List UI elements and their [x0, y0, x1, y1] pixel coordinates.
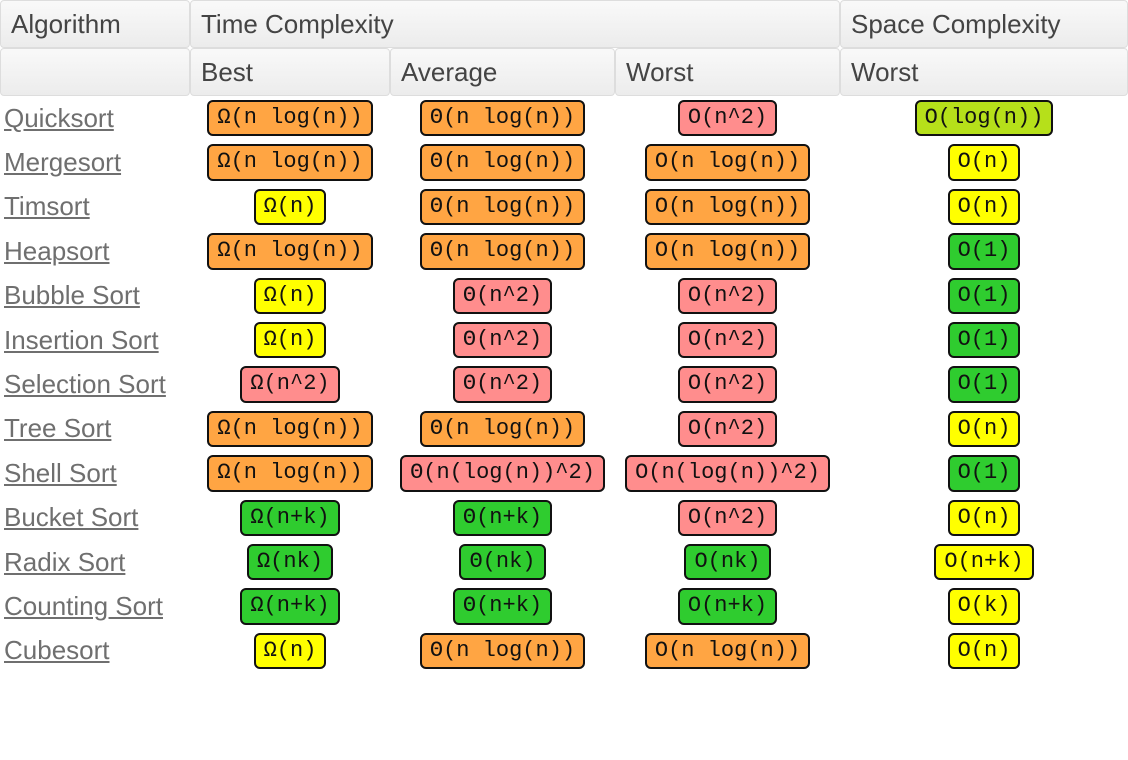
algorithm-link[interactable]: Radix Sort: [4, 547, 125, 577]
table-row: Heapsort Ω(n log(n)) Θ(n log(n)) O(n log(n)…: [0, 229, 1128, 273]
complexity-badge: O(n): [948, 144, 1021, 180]
complexity-badge: Θ(n+k): [453, 588, 552, 624]
table-row: Selection Sort Ω(n^2) Θ(n^2) O(n^2) O(1): [0, 362, 1128, 406]
complexity-badge: Θ(n log(n)): [420, 633, 585, 669]
complexity-badge: O(n): [948, 633, 1021, 669]
table-row: Insertion Sort Ω(n) Θ(n^2) O(n^2) O(1): [0, 318, 1128, 362]
complexity-badge: Ω(n): [254, 189, 327, 225]
complexity-badge: O(1): [948, 233, 1021, 269]
complexity-badge: O(n^2): [678, 500, 777, 536]
table-row: Timsort Ω(n) Θ(n log(n)) O(n log(n)) O(n): [0, 185, 1128, 229]
complexity-badge: O(n log(n)): [645, 144, 810, 180]
complexity-badge: Θ(n^2): [453, 278, 552, 314]
algorithm-link[interactable]: Selection Sort: [4, 369, 166, 399]
complexity-badge: O(n+k): [934, 544, 1033, 580]
complexity-badge: O(n^2): [678, 411, 777, 447]
table-row: Quicksort Ω(n log(n)) Θ(n log(n)) O(n^2) O(l…: [0, 96, 1128, 140]
complexity-badge: Θ(nk): [459, 544, 545, 580]
complexity-badge: O(n+k): [678, 588, 777, 624]
complexity-badge: O(n log(n)): [645, 189, 810, 225]
complexity-badge: O(n^2): [678, 322, 777, 358]
complexity-badge: O(1): [948, 455, 1021, 491]
complexity-badge: O(n): [948, 189, 1021, 225]
complexity-badge: O(n^2): [678, 100, 777, 136]
complexity-badge: Ω(n log(n)): [207, 455, 372, 491]
complexity-badge: Θ(n(log(n))^2): [400, 455, 605, 491]
header-space-complexity: Space Complexity: [840, 0, 1128, 48]
complexity-badge: Θ(n log(n)): [420, 189, 585, 225]
algorithm-link[interactable]: Shell Sort: [4, 458, 117, 488]
complexity-table: Algorithm Time Complexity Space Complexi…: [0, 0, 1128, 673]
table-row: Radix Sort Ω(nk) Θ(nk) O(nk) O(n+k): [0, 540, 1128, 584]
complexity-badge: Ω(n+k): [240, 588, 339, 624]
complexity-badge: Ω(n log(n)): [207, 233, 372, 269]
algorithm-link[interactable]: Counting Sort: [4, 591, 163, 621]
complexity-badge: O(n^2): [678, 366, 777, 402]
complexity-badge: Ω(n log(n)): [207, 100, 372, 136]
header-best: Best: [190, 48, 390, 96]
complexity-badge: Ω(n): [254, 633, 327, 669]
complexity-badge: Ω(n): [254, 278, 327, 314]
algorithm-link[interactable]: Quicksort: [4, 103, 114, 133]
complexity-badge: Θ(n log(n)): [420, 233, 585, 269]
complexity-badge: Θ(n log(n)): [420, 100, 585, 136]
complexity-badge: Θ(n log(n)): [420, 144, 585, 180]
complexity-badge: O(1): [948, 366, 1021, 402]
complexity-badge: Θ(n log(n)): [420, 411, 585, 447]
complexity-badge: O(n): [948, 500, 1021, 536]
header-worst: Worst: [615, 48, 840, 96]
complexity-badge: Ω(n log(n)): [207, 411, 372, 447]
header-space-worst: Worst: [840, 48, 1128, 96]
header-algorithm: Algorithm: [0, 0, 190, 48]
complexity-badge: Θ(n+k): [453, 500, 552, 536]
table-row: Shell Sort Ω(n log(n)) Θ(n(log(n))^2) O(n(l…: [0, 451, 1128, 495]
table-row: Cubesort Ω(n) Θ(n log(n)) O(n log(n)) O(n): [0, 629, 1128, 673]
complexity-badge: O(n log(n)): [645, 633, 810, 669]
header-empty: [0, 48, 190, 96]
complexity-badge: Ω(nk): [247, 544, 333, 580]
complexity-badge: O(1): [948, 322, 1021, 358]
algorithm-link[interactable]: Bubble Sort: [4, 280, 140, 310]
algorithm-link[interactable]: Mergesort: [4, 147, 121, 177]
table-row: Bubble Sort Ω(n) Θ(n^2) O(n^2) O(1): [0, 274, 1128, 318]
complexity-badge: Ω(n): [254, 322, 327, 358]
algorithm-link[interactable]: Heapsort: [4, 236, 110, 266]
complexity-badge: O(n^2): [678, 278, 777, 314]
table-row: Mergesort Ω(n log(n)) Θ(n log(n)) O(n log(n…: [0, 140, 1128, 184]
complexity-badge: Ω(n log(n)): [207, 144, 372, 180]
complexity-badge: O(n): [948, 411, 1021, 447]
complexity-badge: O(1): [948, 278, 1021, 314]
complexity-badge: O(n(log(n))^2): [625, 455, 830, 491]
complexity-badge: Θ(n^2): [453, 366, 552, 402]
algorithm-link[interactable]: Cubesort: [4, 635, 110, 665]
table-row: Bucket Sort Ω(n+k) Θ(n+k) O(n^2) O(n): [0, 496, 1128, 540]
table-row: Counting Sort Ω(n+k) Θ(n+k) O(n+k) O(k): [0, 584, 1128, 628]
complexity-badge: Θ(n^2): [453, 322, 552, 358]
header-average: Average: [390, 48, 615, 96]
complexity-badge: Ω(n^2): [240, 366, 339, 402]
complexity-badge: O(log(n)): [915, 100, 1054, 136]
algorithm-link[interactable]: Bucket Sort: [4, 502, 138, 532]
complexity-badge: Ω(n+k): [240, 500, 339, 536]
algorithm-link[interactable]: Timsort: [4, 191, 90, 221]
complexity-badge: O(n log(n)): [645, 233, 810, 269]
table-row: Tree Sort Ω(n log(n)) Θ(n log(n)) O(n^2) O(n…: [0, 407, 1128, 451]
complexity-badge: O(k): [948, 588, 1021, 624]
algorithm-link[interactable]: Tree Sort: [4, 413, 111, 443]
complexity-badge: O(nk): [684, 544, 770, 580]
algorithm-link[interactable]: Insertion Sort: [4, 325, 159, 355]
header-time-complexity: Time Complexity: [190, 0, 840, 48]
